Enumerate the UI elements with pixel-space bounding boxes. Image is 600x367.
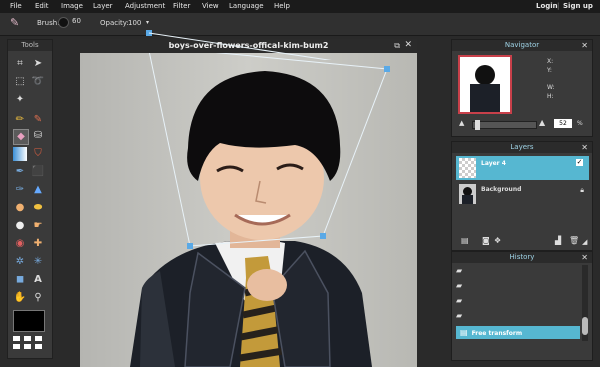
type-tool-icon[interactable]: A bbox=[31, 273, 45, 287]
layer-item[interactable]: Background 🔒︎ bbox=[456, 182, 589, 206]
navigator-close-icon[interactable]: ✕ bbox=[581, 40, 588, 51]
layer-style-icon[interactable]: ❖ bbox=[494, 236, 501, 245]
layer-name: Background bbox=[481, 186, 522, 193]
history-item-faded[interactable]: ▰ bbox=[456, 279, 580, 292]
history-item-faded[interactable]: ▰ bbox=[456, 294, 580, 307]
hand-tool-icon[interactable]: ✋ bbox=[13, 291, 27, 305]
marquee-tool-icon[interactable]: ⬚ bbox=[13, 75, 27, 89]
layers-close-icon[interactable]: ✕ bbox=[581, 142, 588, 153]
resize-icon[interactable]: ◢ bbox=[582, 238, 587, 246]
history-item-label: Free transform bbox=[471, 330, 523, 337]
layer-item[interactable]: Layer 4 ✓ bbox=[456, 156, 589, 180]
layer-settings-icon[interactable]: ▤ bbox=[461, 236, 469, 245]
pinch-tool-icon[interactable]: ✳ bbox=[31, 255, 45, 269]
blur-tool-icon[interactable]: ▲ bbox=[31, 183, 45, 197]
brush-tool-icon[interactable]: ✎ bbox=[31, 113, 45, 127]
zoom-slider[interactable] bbox=[472, 120, 537, 130]
history-item-icon: ▤ bbox=[460, 328, 468, 337]
dodge-tool-icon[interactable]: ● bbox=[13, 201, 27, 215]
shape-tool-icon[interactable]: ◼ bbox=[13, 273, 27, 287]
nav-h-label: H: bbox=[547, 93, 554, 100]
zoom-in-icon[interactable]: ▲ bbox=[539, 118, 545, 127]
pencil-tool-icon[interactable]: ✏ bbox=[13, 113, 27, 127]
nav-w-label: W: bbox=[547, 84, 555, 91]
tools-panel: Tools ⌗ ➤ ⬚ ➰ ✦ ✏ ✎ ◆ ⛁ ⛉ ✒ ⬛ ✑ ▲ ● ⬬ ● … bbox=[7, 39, 53, 359]
history-item-faded[interactable]: ▰ bbox=[456, 309, 580, 322]
navigator-title: Navigator ✕ bbox=[452, 40, 592, 51]
history-scrollbar[interactable] bbox=[582, 265, 588, 341]
layer-name: Layer 4 bbox=[481, 160, 506, 167]
sponge-tool-icon[interactable]: ⬬ bbox=[31, 201, 45, 215]
magic-wand-tool-icon[interactable]: ✦ bbox=[13, 93, 27, 107]
zoom-unit: % bbox=[577, 120, 583, 127]
fill-tool-icon[interactable]: ⛁ bbox=[31, 129, 45, 143]
color-picker-tool-icon[interactable]: ✒ bbox=[13, 165, 27, 179]
image-canvas[interactable] bbox=[80, 53, 417, 367]
swatch-grid-icon[interactable] bbox=[13, 336, 47, 350]
history-item-faded[interactable]: ▰ bbox=[456, 264, 580, 277]
layer-thumbnail bbox=[459, 158, 476, 178]
zoom-tool-icon[interactable]: ⚲ bbox=[31, 291, 45, 305]
layer-visibility-checkbox[interactable]: ✓ bbox=[576, 159, 583, 166]
layers-panel: Layers ✕ Layer 4 ✓ Background 🔒︎ ▤ ◙ ❖ ▟ … bbox=[451, 141, 593, 251]
layer-mask-icon[interactable]: ◙ bbox=[482, 236, 490, 245]
history-panel: History ✕ ▰ ▰ ▰ ▰ ▤ Free transform bbox=[451, 251, 593, 361]
smudge-tool-icon[interactable]: ☛ bbox=[31, 219, 45, 233]
history-title: History ✕ bbox=[452, 252, 592, 263]
foreground-color-swatch[interactable] bbox=[13, 310, 45, 332]
navigator-thumbnail[interactable] bbox=[458, 55, 512, 114]
bloat-tool-icon[interactable]: ✲ bbox=[13, 255, 27, 269]
navigator-panel: Navigator ✕ X: Y: W: H: ▲ ▲ 52 % bbox=[451, 39, 593, 137]
layers-title: Layers ✕ bbox=[452, 142, 592, 153]
lasso-tool-icon[interactable]: ➰ bbox=[31, 75, 45, 89]
history-close-icon[interactable]: ✕ bbox=[581, 252, 588, 263]
gradient-tool-icon[interactable] bbox=[13, 147, 27, 161]
spot-heal-tool-icon[interactable]: ✚ bbox=[31, 237, 45, 251]
new-layer-icon[interactable]: ▟ bbox=[555, 236, 561, 245]
burn-tool-icon[interactable]: ● bbox=[13, 219, 27, 233]
eraser-tool-icon[interactable]: ◆ bbox=[13, 129, 29, 145]
layer-thumbnail bbox=[459, 184, 476, 204]
drawing-tool-icon[interactable]: ✑ bbox=[13, 183, 27, 197]
lock-icon: 🔒︎ bbox=[580, 186, 584, 194]
color-replace-tool-icon[interactable]: ⬛ bbox=[31, 165, 45, 179]
document-window: boys-over-flowers-offical-kim-bum2 ⧉ ✕ bbox=[80, 39, 417, 367]
nav-x-label: X: bbox=[547, 58, 554, 65]
history-item-active[interactable]: ▤ Free transform bbox=[456, 326, 580, 339]
delete-layer-icon[interactable]: 🗑︎ bbox=[569, 236, 579, 245]
photo-artwork bbox=[130, 53, 390, 367]
nav-y-label: Y: bbox=[547, 67, 552, 74]
zoom-value[interactable]: 52 bbox=[554, 119, 572, 128]
stamp-tool-icon[interactable]: ⛉ bbox=[31, 147, 45, 161]
red-eye-tool-icon[interactable]: ◉ bbox=[13, 237, 27, 251]
zoom-out-icon[interactable]: ▲ bbox=[459, 119, 464, 127]
